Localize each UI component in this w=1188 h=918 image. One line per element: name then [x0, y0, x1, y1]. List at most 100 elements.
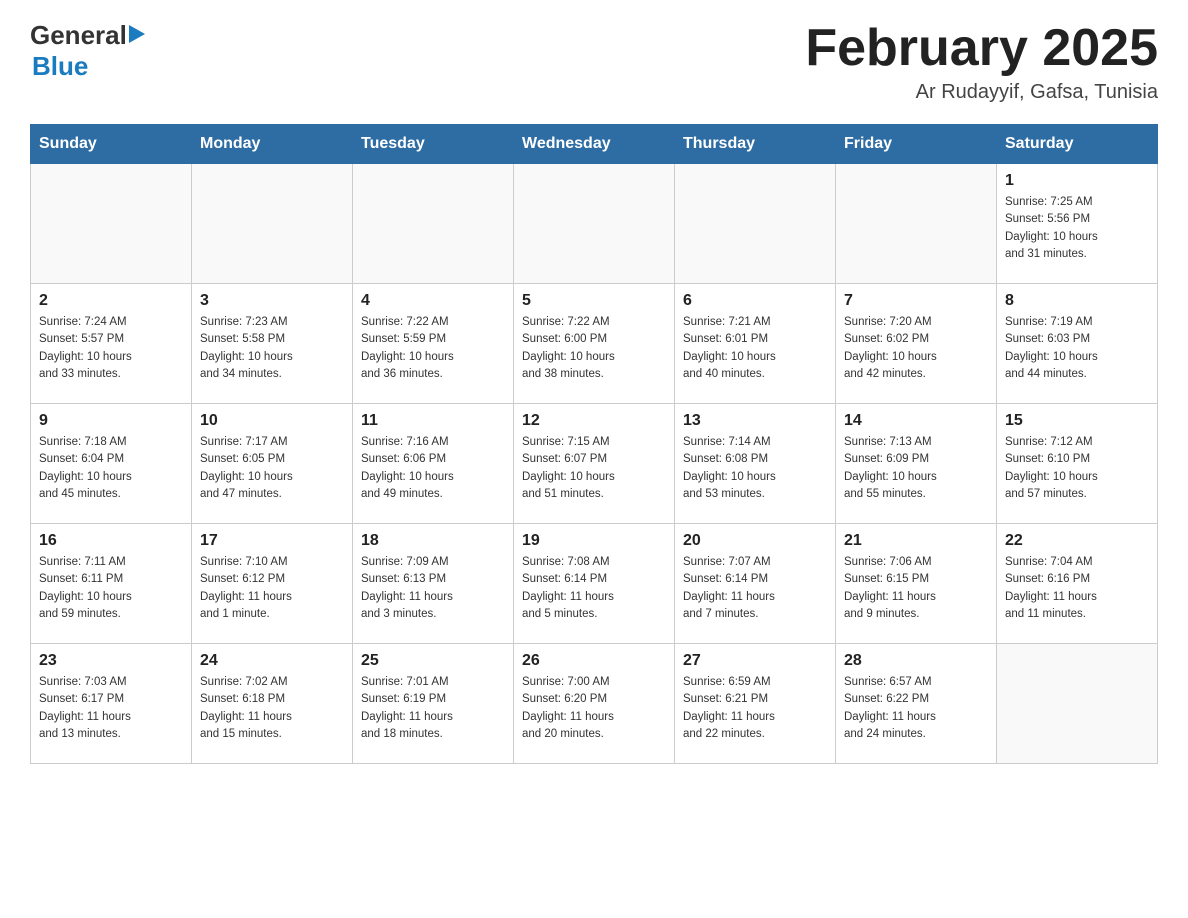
- calendar-cell: 2 Sunrise: 7:24 AM Sunset: 5:57 PM Daylig…: [31, 284, 192, 404]
- calendar-cell: 6 Sunrise: 7:21 AM Sunset: 6:01 PM Daylig…: [675, 284, 836, 404]
- day-number: 17: [200, 532, 344, 550]
- day-number: 8: [1005, 292, 1149, 310]
- day-info: Sunrise: 7:14 AM Sunset: 6:08 PM Dayligh…: [683, 436, 776, 500]
- logo-general-text: General: [30, 20, 127, 51]
- title-section: February 2025 Ar Rudayyif, Gafsa, Tunisi…: [805, 20, 1158, 104]
- day-number: 10: [200, 412, 344, 430]
- calendar-week-1: 1 Sunrise: 7:25 AM Sunset: 5:56 PM Daylig…: [31, 164, 1158, 284]
- calendar-cell: 25 Sunrise: 7:01 AM Sunset: 6:19 PM Dayli…: [353, 644, 514, 764]
- logo-arrow-icon: [129, 25, 145, 43]
- day-info: Sunrise: 7:16 AM Sunset: 6:06 PM Dayligh…: [361, 436, 454, 500]
- day-info: Sunrise: 7:09 AM Sunset: 6:13 PM Dayligh…: [361, 556, 453, 620]
- day-number: 18: [361, 532, 505, 550]
- calendar-cell: 28 Sunrise: 6:57 AM Sunset: 6:22 PM Dayli…: [836, 644, 997, 764]
- logo: General Blue: [30, 20, 145, 82]
- day-info: Sunrise: 7:22 AM Sunset: 6:00 PM Dayligh…: [522, 316, 615, 380]
- calendar-cell: 3Sunrise: 7:23 AM Sunset: 5:58 PM Daylig…: [192, 284, 353, 404]
- day-info: Sunrise: 7:17 AM Sunset: 6:05 PM Dayligh…: [200, 436, 293, 500]
- calendar-cell: 13 Sunrise: 7:14 AM Sunset: 6:08 PM Dayli…: [675, 404, 836, 524]
- location-text: Ar Rudayyif, Gafsa, Tunisia: [805, 81, 1158, 104]
- day-number: 1: [1005, 172, 1149, 190]
- weekday-header-friday: Friday: [836, 125, 997, 164]
- day-info: Sunrise: 7:13 AM Sunset: 6:09 PM Dayligh…: [844, 436, 937, 500]
- calendar-cell: 20 Sunrise: 7:07 AM Sunset: 6:14 PM Dayli…: [675, 524, 836, 644]
- calendar-table: SundayMondayTuesdayWednesdayThursdayFrid…: [30, 124, 1158, 764]
- day-info: Sunrise: 7:18 AM Sunset: 6:04 PM Dayligh…: [39, 436, 132, 500]
- weekday-header-sunday: Sunday: [31, 125, 192, 164]
- weekday-header-wednesday: Wednesday: [514, 125, 675, 164]
- day-number: 21: [844, 532, 988, 550]
- day-number: 13: [683, 412, 827, 430]
- calendar-cell: 16 Sunrise: 7:11 AM Sunset: 6:11 PM Dayli…: [31, 524, 192, 644]
- calendar-cell: [836, 164, 997, 284]
- day-info: Sunrise: 7:21 AM Sunset: 6:01 PM Dayligh…: [683, 316, 776, 380]
- calendar-cell: [675, 164, 836, 284]
- weekday-header-saturday: Saturday: [997, 125, 1158, 164]
- day-number: 27: [683, 652, 827, 670]
- calendar-cell: 11 Sunrise: 7:16 AM Sunset: 6:06 PM Dayli…: [353, 404, 514, 524]
- calendar-cell: [514, 164, 675, 284]
- day-number: 9: [39, 412, 183, 430]
- day-info: Sunrise: 7:15 AM Sunset: 6:07 PM Dayligh…: [522, 436, 615, 500]
- day-number: 11: [361, 412, 505, 430]
- day-info: Sunrise: 7:01 AM Sunset: 6:19 PM Dayligh…: [361, 676, 453, 740]
- calendar-week-3: 9 Sunrise: 7:18 AM Sunset: 6:04 PM Daylig…: [31, 404, 1158, 524]
- day-number: 16: [39, 532, 183, 550]
- calendar-cell: 4 Sunrise: 7:22 AM Sunset: 5:59 PM Daylig…: [353, 284, 514, 404]
- calendar-week-5: 23 Sunrise: 7:03 AM Sunset: 6:17 PM Dayli…: [31, 644, 1158, 764]
- calendar-cell: [192, 164, 353, 284]
- day-info: Sunrise: 7:12 AM Sunset: 6:10 PM Dayligh…: [1005, 436, 1098, 500]
- calendar-cell: 24 Sunrise: 7:02 AM Sunset: 6:18 PM Dayli…: [192, 644, 353, 764]
- calendar-cell: 18 Sunrise: 7:09 AM Sunset: 6:13 PM Dayli…: [353, 524, 514, 644]
- calendar-cell: [997, 644, 1158, 764]
- day-number: 24: [200, 652, 344, 670]
- day-info: Sunrise: 7:10 AM Sunset: 6:12 PM Dayligh…: [200, 556, 292, 620]
- weekday-header-monday: Monday: [192, 125, 353, 164]
- calendar-cell: 5 Sunrise: 7:22 AM Sunset: 6:00 PM Daylig…: [514, 284, 675, 404]
- day-number: 25: [361, 652, 505, 670]
- calendar-cell: 9 Sunrise: 7:18 AM Sunset: 6:04 PM Daylig…: [31, 404, 192, 524]
- calendar-cell: 19Sunrise: 7:08 AM Sunset: 6:14 PM Dayli…: [514, 524, 675, 644]
- day-info: Sunrise: 7:07 AM Sunset: 6:14 PM Dayligh…: [683, 556, 775, 620]
- day-info: Sunrise: 7:00 AM Sunset: 6:20 PM Dayligh…: [522, 676, 614, 740]
- day-number: 20: [683, 532, 827, 550]
- day-number: 4: [361, 292, 505, 310]
- calendar-cell: 15 Sunrise: 7:12 AM Sunset: 6:10 PM Dayli…: [997, 404, 1158, 524]
- calendar-cell: 22 Sunrise: 7:04 AM Sunset: 6:16 PM Dayli…: [997, 524, 1158, 644]
- day-info: Sunrise: 7:20 AM Sunset: 6:02 PM Dayligh…: [844, 316, 937, 380]
- page-header: General Blue February 2025 Ar Rudayyif, …: [30, 20, 1158, 104]
- day-number: 7: [844, 292, 988, 310]
- day-info: Sunrise: 7:03 AM Sunset: 6:17 PM Dayligh…: [39, 676, 131, 740]
- calendar-cell: [31, 164, 192, 284]
- day-number: 28: [844, 652, 988, 670]
- day-info: Sunrise: 7:24 AM Sunset: 5:57 PM Dayligh…: [39, 316, 132, 380]
- day-info: Sunrise: 7:06 AM Sunset: 6:15 PM Dayligh…: [844, 556, 936, 620]
- day-info: Sunrise: 7:22 AM Sunset: 5:59 PM Dayligh…: [361, 316, 454, 380]
- calendar-cell: 17 Sunrise: 7:10 AM Sunset: 6:12 PM Dayli…: [192, 524, 353, 644]
- day-info: Sunrise: 7:11 AM Sunset: 6:11 PM Dayligh…: [39, 556, 132, 620]
- calendar-header-row: SundayMondayTuesdayWednesdayThursdayFrid…: [31, 125, 1158, 164]
- day-number: 23: [39, 652, 183, 670]
- day-number: 6: [683, 292, 827, 310]
- day-number: 3: [200, 292, 344, 310]
- day-info: Sunrise: 6:59 AM Sunset: 6:21 PM Dayligh…: [683, 676, 775, 740]
- day-info: Sunrise: 7:25 AM Sunset: 5:56 PM Dayligh…: [1005, 196, 1098, 260]
- calendar-cell: 10 Sunrise: 7:17 AM Sunset: 6:05 PM Dayli…: [192, 404, 353, 524]
- day-number: 12: [522, 412, 666, 430]
- day-number: 15: [1005, 412, 1149, 430]
- day-number: 2: [39, 292, 183, 310]
- day-number: 22: [1005, 532, 1149, 550]
- calendar-week-2: 2 Sunrise: 7:24 AM Sunset: 5:57 PM Daylig…: [31, 284, 1158, 404]
- calendar-cell: 23 Sunrise: 7:03 AM Sunset: 6:17 PM Dayli…: [31, 644, 192, 764]
- day-number: 5: [522, 292, 666, 310]
- day-number: 19: [522, 532, 666, 550]
- calendar-cell: 7 Sunrise: 7:20 AM Sunset: 6:02 PM Daylig…: [836, 284, 997, 404]
- calendar-cell: 1 Sunrise: 7:25 AM Sunset: 5:56 PM Daylig…: [997, 164, 1158, 284]
- day-number: 26: [522, 652, 666, 670]
- day-info: Sunrise: 6:57 AM Sunset: 6:22 PM Dayligh…: [844, 676, 936, 740]
- day-info: Sunrise: 7:04 AM Sunset: 6:16 PM Dayligh…: [1005, 556, 1097, 620]
- calendar-cell: 21 Sunrise: 7:06 AM Sunset: 6:15 PM Dayli…: [836, 524, 997, 644]
- calendar-cell: 27 Sunrise: 6:59 AM Sunset: 6:21 PM Dayli…: [675, 644, 836, 764]
- day-info: Sunrise: 7:02 AM Sunset: 6:18 PM Dayligh…: [200, 676, 292, 740]
- logo-blue-text: Blue: [32, 51, 88, 81]
